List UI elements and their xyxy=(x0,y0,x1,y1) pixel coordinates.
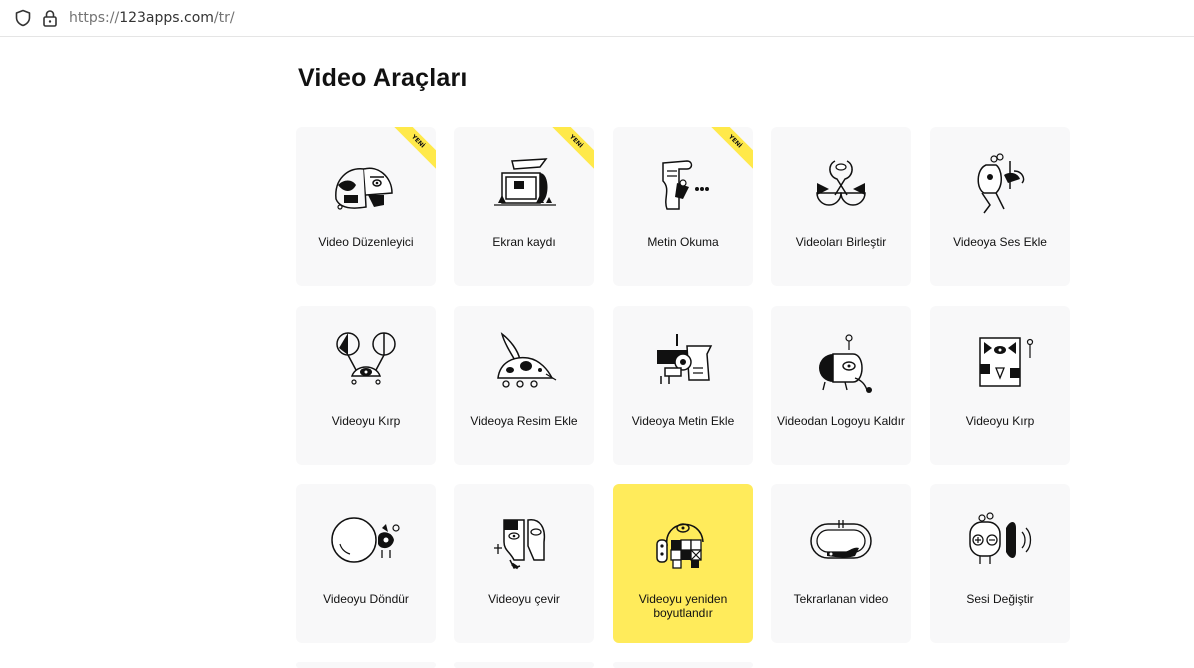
tool-label: Videoya Resim Ekle xyxy=(470,414,578,428)
screen-recorder-icon xyxy=(494,158,556,206)
tool-card-change-voice[interactable]: Sesi Değiştir xyxy=(930,484,1070,643)
shield-icon[interactable] xyxy=(14,9,32,27)
resize-video-icon xyxy=(656,523,704,569)
merge-videos-icon xyxy=(816,160,866,206)
tool-card-text-to-speech[interactable]: YENİ Metin Okuma xyxy=(613,127,753,286)
rotate-video-icon xyxy=(331,517,400,563)
tool-card-partial[interactable] xyxy=(613,662,753,668)
flip-video-icon xyxy=(494,519,546,570)
remove-logo-icon xyxy=(819,334,872,393)
chameleon-icon xyxy=(335,167,393,210)
url-prefix: https:// xyxy=(69,10,120,26)
tool-card-resize-video[interactable]: Videoyu yeniden boyutlandır xyxy=(613,484,753,643)
change-voice-icon xyxy=(969,512,1032,564)
tool-card-trim-video[interactable]: Videoyu Kırp xyxy=(930,306,1070,465)
tool-label: Videoya Ses Ekle xyxy=(953,235,1047,249)
tool-card-add-image[interactable]: Videoya Resim Ekle xyxy=(454,306,594,465)
add-audio-icon xyxy=(977,153,1025,214)
tool-label: Videoyu Kırp xyxy=(965,414,1035,428)
tool-card-partial[interactable] xyxy=(454,662,594,668)
tool-label: Metin Okuma xyxy=(647,235,719,249)
tool-card-crop-video[interactable]: Videoyu Kırp xyxy=(296,306,436,465)
tool-card-video-editor[interactable]: YENİ Video Düzenleyici xyxy=(296,127,436,286)
tool-label: Tekrarlanan video xyxy=(793,592,889,606)
url-host: 123apps.com xyxy=(119,10,214,26)
tool-label: Videodan Logoyu Kaldır xyxy=(777,414,905,428)
tool-card-screen-recorder[interactable]: YENİ Ekran kaydı xyxy=(454,127,594,286)
tool-label: Videoyu Döndür xyxy=(323,592,409,606)
browser-address-bar[interactable]: https://123apps.com/tr/ xyxy=(0,0,1194,37)
tool-card-remove-logo[interactable]: Videodan Logoyu Kaldır xyxy=(771,306,911,465)
add-image-icon xyxy=(497,332,557,388)
tool-label: Ekran kaydı xyxy=(492,235,556,249)
tool-label: Sesi Değiştir xyxy=(966,592,1034,606)
tool-label: Video Düzenleyici xyxy=(318,235,414,249)
tool-card-loop-video[interactable]: Tekrarlanan video xyxy=(771,484,911,643)
lock-icon[interactable] xyxy=(42,9,58,27)
add-text-icon xyxy=(657,334,713,384)
text-to-speech-icon xyxy=(662,160,709,210)
tool-card-add-audio[interactable]: Videoya Ses Ekle xyxy=(930,127,1070,286)
tool-label: Videoyu Kırp xyxy=(331,414,401,428)
url-text[interactable]: https://123apps.com/tr/ xyxy=(69,9,235,27)
crop-crab-icon xyxy=(336,332,396,385)
tool-card-merge-videos[interactable]: Videoları Birleştir xyxy=(771,127,911,286)
trim-video-icon xyxy=(979,337,1034,387)
page-title: Video Araçları xyxy=(298,64,468,92)
tool-card-partial[interactable] xyxy=(296,662,436,668)
tool-card-rotate-video[interactable]: Videoyu Döndür xyxy=(296,484,436,643)
tool-label: Videoya Metin Ekle xyxy=(631,414,735,428)
loop-video-icon xyxy=(810,520,872,559)
tool-card-add-text[interactable]: Videoya Metin Ekle xyxy=(613,306,753,465)
tool-label: Videoyu çevir xyxy=(488,592,560,606)
tool-card-flip-video[interactable]: Videoyu çevir xyxy=(454,484,594,643)
tool-label: Videoları Birleştir xyxy=(795,235,887,249)
url-path: /tr/ xyxy=(213,10,235,26)
tool-label: Videoyu yeniden boyutlandır xyxy=(638,592,728,620)
